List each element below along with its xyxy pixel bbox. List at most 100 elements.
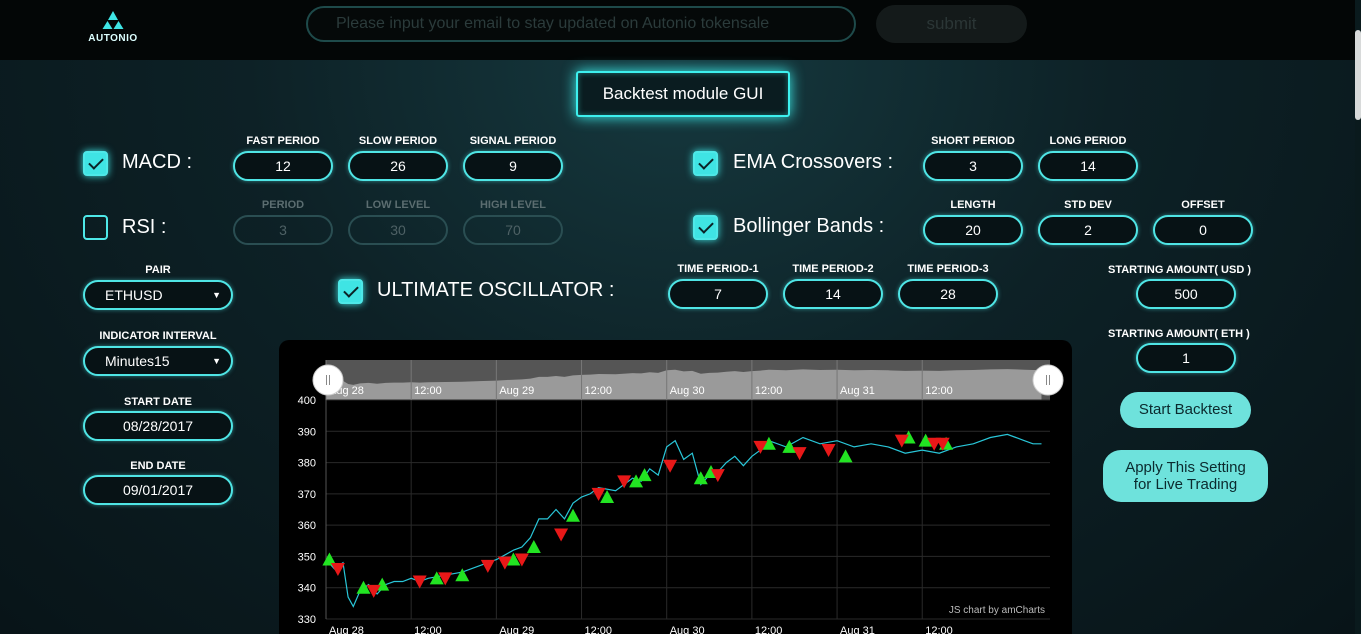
ema-long-period-input[interactable]: 14 — [1038, 151, 1138, 181]
sell-signal-marker — [480, 559, 495, 573]
indicator-interval-value: Minutes15 — [105, 353, 170, 369]
x-tick-label: 12:00 — [585, 625, 613, 634]
y-tick-label: 390 — [298, 426, 316, 438]
uo-time-period-3-label: TIME PERIOD-3 — [907, 263, 989, 275]
sell-signal-marker — [617, 475, 632, 489]
y-tick-label: 350 — [298, 551, 316, 563]
apply-line-2: for Live Trading — [1133, 476, 1238, 493]
pair-value: ETHUSD — [105, 287, 163, 303]
navigator-x-label: 12:00 — [585, 385, 613, 397]
sell-signal-marker — [792, 447, 807, 461]
uo-time-period-3-input[interactable]: 28 — [898, 279, 998, 309]
bollinger-length-input[interactable]: 20 — [923, 215, 1023, 245]
pair-select[interactable]: ETHUSD ▼ — [83, 280, 233, 310]
scrollbar[interactable] — [1355, 0, 1361, 634]
price-chart[interactable]: 330340350360370380390400Aug 28Aug 2812:0… — [279, 340, 1072, 634]
bollinger-offset-input[interactable]: 0 — [1153, 215, 1253, 245]
macd-signal-period-label: SIGNAL PERIOD — [469, 135, 557, 147]
bollinger-std-dev-input[interactable]: 2 — [1038, 215, 1138, 245]
rsi-period-input[interactable]: 3 — [233, 215, 333, 245]
buy-signal-marker — [526, 540, 541, 554]
macd-fast-period-input[interactable]: 12 — [233, 151, 333, 181]
uo-time-period-2-input[interactable]: 14 — [783, 279, 883, 309]
sell-signal-marker — [330, 562, 345, 576]
ema-checkbox[interactable] — [693, 151, 718, 176]
y-tick-label: 360 — [298, 520, 316, 532]
logo-text: AUTONIO — [88, 33, 138, 44]
x-tick-label: Aug 29 — [499, 625, 534, 634]
bollinger-offset-label: OFFSET — [1181, 199, 1225, 211]
start-date-input[interactable]: 08/28/2017 — [83, 411, 233, 441]
pair-caret-icon: ▼ — [212, 290, 221, 300]
uo-time-period-1-label: TIME PERIOD-1 — [677, 263, 759, 275]
apply-line-1: Apply This Setting — [1125, 459, 1246, 476]
sell-signal-marker — [663, 459, 678, 473]
rsi-low-level-input[interactable]: 30 — [348, 215, 448, 245]
sell-signal-marker — [554, 528, 569, 542]
starting-amount-usd-input[interactable]: 500 — [1136, 279, 1236, 309]
rsi-checkbox[interactable] — [83, 215, 108, 240]
macd-slow-period-label: SLOW PERIOD — [358, 135, 438, 147]
x-tick-label: Aug 28 — [329, 625, 364, 634]
price-chart-panel: 330 340 350 360 370 380 390 400 Aug 28 Aug 28 12:0… — [279, 340, 1072, 634]
pair-label: PAIR — [145, 264, 171, 276]
sell-signal-marker — [412, 575, 427, 589]
ultimate-oscillator-label: ULTIMATE OSCILLATOR : — [377, 279, 615, 301]
rsi-period-label: PERIOD — [261, 199, 305, 211]
scrollbar-thumb[interactable] — [1355, 30, 1361, 120]
rsi-high-level-label: HIGH LEVEL — [479, 199, 546, 211]
end-date-input[interactable]: 09/01/2017 — [83, 475, 233, 505]
start-backtest-button[interactable]: Start Backtest — [1120, 392, 1251, 428]
x-tick-label: 12:00 — [925, 625, 953, 634]
uo-time-period-1-input[interactable]: 7 — [668, 279, 768, 309]
starting-amount-eth-label: STARTING AMOUNT( ETH ) — [1108, 328, 1250, 340]
macd-checkbox[interactable] — [83, 151, 108, 176]
buy-signal-marker — [838, 449, 853, 463]
autonio-logo-icon — [102, 11, 124, 29]
x-tick-label: 12:00 — [755, 625, 783, 634]
y-tick-label: 370 — [298, 489, 316, 501]
buy-signal-marker — [566, 508, 581, 522]
ema-label: EMA Crossovers : — [733, 151, 894, 173]
autonio-logo[interactable]: AUTONIO — [88, 10, 138, 44]
start-date-label: START DATE — [123, 396, 193, 408]
sell-signal-marker — [821, 444, 836, 458]
indicator-interval-select[interactable]: Minutes15 ▼ — [83, 346, 233, 376]
rsi-low-level-label: LOW LEVEL — [365, 199, 431, 211]
macd-slow-period-input[interactable]: 26 — [348, 151, 448, 181]
interval-caret-icon: ▼ — [212, 356, 221, 366]
macd-fast-period-label: FAST PERIOD — [246, 135, 320, 147]
amcharts-credit: JS chart by amCharts — [949, 605, 1045, 616]
email-placeholder: Please input your email to stay updated … — [336, 15, 770, 32]
ema-short-period-label: SHORT PERIOD — [931, 135, 1015, 147]
macd-signal-period-input[interactable]: 9 — [463, 151, 563, 181]
apply-live-trading-button[interactable]: Apply This Setting for Live Trading — [1103, 450, 1268, 502]
indicator-interval-label: INDICATOR INTERVAL — [99, 330, 217, 342]
bollinger-std-dev-label: STD DEV — [1064, 199, 1112, 211]
ema-short-period-input[interactable]: 3 — [923, 151, 1023, 181]
bollinger-label: Bollinger Bands : — [733, 215, 885, 237]
x-tick-label: Aug 30 — [670, 625, 705, 634]
uo-time-period-2-label: TIME PERIOD-2 — [792, 263, 874, 275]
navigator-x-label: 12:00 — [925, 385, 953, 397]
starting-amount-usd-label: STARTING AMOUNT( USD ) — [1108, 264, 1251, 276]
page-title: Backtest module GUI — [576, 71, 790, 117]
x-tick-label: Aug 31 — [840, 625, 875, 634]
ultimate-oscillator-checkbox[interactable] — [338, 279, 363, 304]
y-tick-label: 400 — [298, 395, 316, 407]
x-tick-label: 12:00 — [414, 625, 442, 634]
navigator-x-label: 12:00 — [755, 385, 783, 397]
top-bar: AUTONIO Please input your email to stay … — [0, 0, 1361, 60]
navigator-x-label: Aug 31 — [840, 385, 875, 397]
ema-long-period-label: LONG PERIOD — [1049, 135, 1127, 147]
starting-amount-eth-input[interactable]: 1 — [1136, 343, 1236, 373]
navigator-x-label: Aug 29 — [499, 385, 534, 397]
submit-button[interactable]: submit — [876, 5, 1027, 43]
navigator-x-label: 12:00 — [414, 385, 442, 397]
y-tick-label: 330 — [298, 614, 316, 626]
rsi-high-level-input[interactable]: 70 — [463, 215, 563, 245]
bollinger-checkbox[interactable] — [693, 215, 718, 240]
email-input[interactable]: Please input your email to stay updated … — [306, 6, 856, 42]
bollinger-length-label: LENGTH — [950, 199, 996, 211]
y-tick-label: 340 — [298, 583, 316, 595]
